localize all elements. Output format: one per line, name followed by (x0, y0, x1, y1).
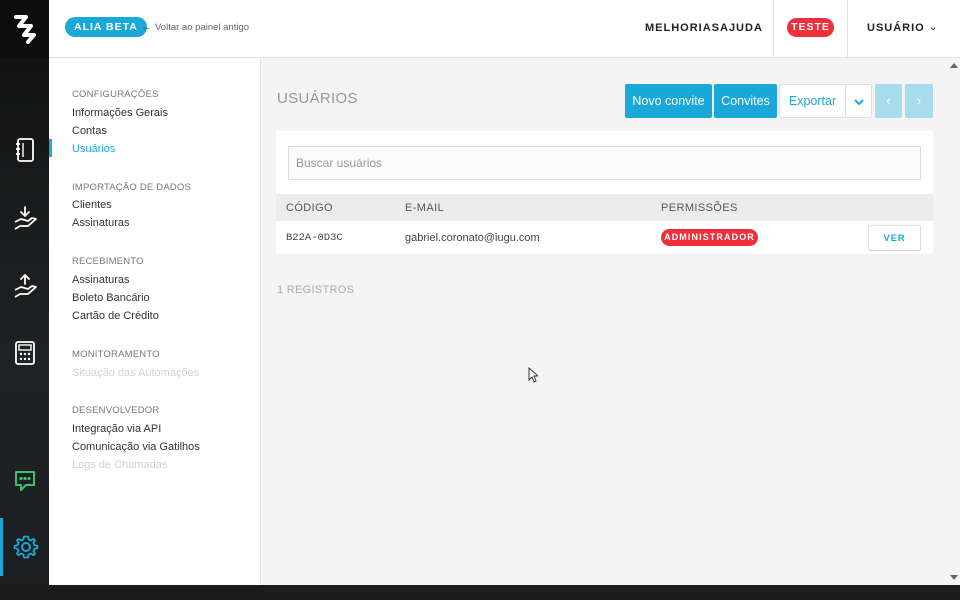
rail-item-settings[interactable] (0, 518, 49, 576)
sidebar-item-credit-card[interactable]: Cartão de Crédito (72, 310, 159, 322)
table-header: CÓDIGO E-MAIL PERMISSÕES (276, 194, 933, 221)
chevron-down-icon (853, 94, 864, 109)
app-window: ALIA BETA ← Voltar ao painel antigo MELH… (0, 0, 960, 585)
back-link-label: Voltar ao painel antigo (155, 21, 250, 33)
sidebar-item-webhooks[interactable]: Comunicação via Gatilhos (72, 441, 200, 453)
sidebar-item-call-logs: Logs de Chamadas (72, 459, 168, 471)
search-users-input[interactable] (288, 146, 921, 180)
export-button[interactable]: Exportar (779, 84, 846, 118)
user-email: gabriel.coronato@iugu.com (405, 232, 540, 244)
export-dropdown-button[interactable] (845, 84, 872, 118)
section-title-developer: DESENVOLVEDOR (72, 405, 160, 416)
sidebar-item-import-customers[interactable]: Clientes (72, 199, 112, 211)
sidebar-item-accounts[interactable]: Contas (72, 125, 107, 137)
hand-deposit-icon (14, 206, 37, 230)
next-page-button[interactable]: › (905, 84, 933, 118)
window-bottom-frame (0, 585, 960, 600)
nav-help[interactable]: AJUDA (720, 22, 763, 34)
view-user-button[interactable]: VER (868, 225, 921, 251)
rail-item-receivables[interactable] (0, 193, 49, 243)
brand-logo-icon (13, 15, 36, 44)
divider (847, 0, 848, 58)
arrow-left-icon: ← (141, 21, 152, 33)
section-title-receiving: RECEBIMENTO (72, 256, 144, 267)
rail-item-support-chat[interactable] (0, 456, 49, 506)
records-count: 1 REGISTROS (277, 284, 355, 296)
column-header-permissions[interactable]: PERMISSÕES (661, 202, 738, 214)
divider (773, 0, 774, 58)
hand-withdraw-icon (14, 274, 37, 298)
settings-sidebar: CONFIGURAÇÕES Informações Gerais Contas … (49, 59, 261, 585)
prev-page-button[interactable]: ‹ (875, 84, 902, 118)
sidebar-item-automation-status: Situação das Automações (72, 367, 200, 379)
user-code: B22A-0D3C (286, 232, 343, 244)
main-content: USUÁRIOS Novo convite Convites Exportar … (262, 59, 960, 585)
logo[interactable] (0, 0, 49, 58)
scroll-up-arrow-icon[interactable] (950, 63, 958, 68)
user-menu[interactable]: USUÁRIO (867, 22, 925, 34)
active-item-marker (49, 139, 52, 157)
top-bar: ALIA BETA ← Voltar ao painel antigo MELH… (49, 0, 960, 58)
chevron-right-icon: › (916, 94, 922, 108)
ledger-book-icon (15, 138, 34, 162)
gear-icon (13, 535, 39, 559)
sidebar-item-users[interactable]: Usuários (72, 143, 115, 155)
nav-improvements[interactable]: MELHORIAS (645, 22, 720, 34)
beta-badge[interactable]: ALIA BETA (65, 17, 147, 37)
left-rail (0, 0, 49, 585)
sidebar-item-general-info[interactable]: Informações Gerais (72, 107, 168, 119)
test-mode-badge[interactable]: TESTE (787, 18, 834, 37)
new-invite-button[interactable]: Novo convite (625, 84, 712, 118)
page-title: USUÁRIOS (277, 90, 358, 107)
sidebar-item-receiving-subscriptions[interactable]: Assinaturas (72, 274, 129, 286)
invites-button[interactable]: Convites (714, 84, 777, 118)
scroll-down-arrow-icon[interactable] (950, 575, 958, 580)
rail-item-accounting[interactable] (0, 125, 49, 175)
mouse-cursor-icon (528, 367, 538, 383)
chevron-left-icon: ‹ (886, 94, 891, 108)
column-header-email[interactable]: E-MAIL (405, 202, 444, 214)
table-row[interactable]: B22A-0D3C gabriel.coronato@iugu.com ADMI… (276, 221, 933, 255)
back-to-old-panel-link[interactable]: ← Voltar ao painel antigo (141, 21, 249, 33)
section-title-settings: CONFIGURAÇÕES (72, 89, 159, 100)
chat-bot-icon (14, 471, 35, 491)
sidebar-item-import-subscriptions[interactable]: Assinaturas (72, 217, 129, 229)
rail-item-reports[interactable] (0, 328, 49, 378)
chevron-down-icon[interactable]: ⌄ (929, 22, 937, 33)
column-header-code[interactable]: CÓDIGO (286, 202, 333, 214)
permission-badge: ADMINISTRADOR (661, 229, 758, 246)
calculator-icon (14, 341, 35, 365)
section-title-data-import: IMPORTAÇÃO DE DADOS (72, 182, 192, 193)
sidebar-item-bank-slip[interactable]: Boleto Bancário (72, 292, 150, 304)
rail-item-payments[interactable] (0, 261, 49, 311)
section-title-monitoring: MONITORAMENTO (72, 349, 160, 360)
sidebar-item-api-integration[interactable]: Integração via API (72, 423, 161, 435)
